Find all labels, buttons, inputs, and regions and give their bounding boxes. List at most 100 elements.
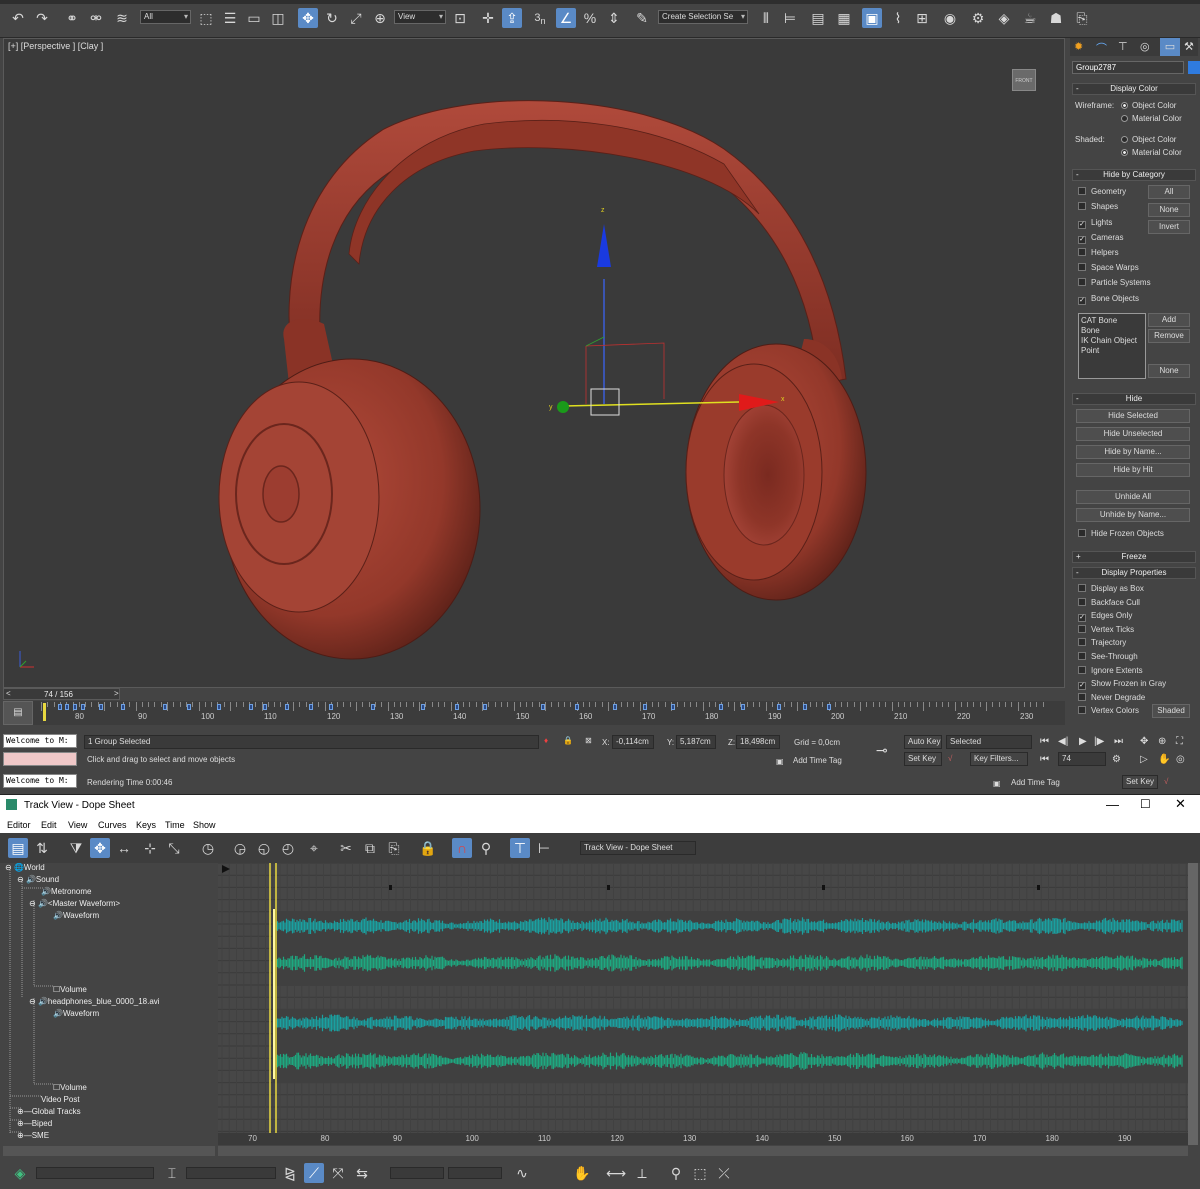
expand-icon[interactable]: ⊕ [17, 1131, 24, 1140]
gizmo-z-arrow[interactable] [597, 224, 611, 267]
key-marker[interactable] [541, 704, 545, 710]
select-object-icon[interactable]: ⬚ [196, 8, 216, 28]
toggle-ribbon-icon[interactable]: ▦ [834, 8, 854, 28]
absolute-mode-icon[interactable]: ⊠ [585, 736, 592, 745]
play-icon[interactable]: ▶ [1079, 736, 1087, 747]
category-cameras-checkbox[interactable]: ✓ Cameras [1078, 233, 1123, 244]
edit-named-selection-icon[interactable]: ✎ [632, 8, 652, 28]
key-marker[interactable] [329, 704, 333, 710]
tree-global-tracks-row[interactable]: ⊕—Global Tracks [17, 1107, 81, 1116]
edges-only-checkbox[interactable]: ✓ Edges Only [1078, 611, 1132, 623]
menu-editor[interactable]: Editor [7, 820, 31, 830]
see-through-checkbox[interactable]: See-Through [1078, 652, 1138, 661]
category-listbox[interactable]: CAT Bone Bone IK Chain Object Point [1078, 313, 1146, 379]
display-as-box-checkbox[interactable]: Display as Box [1078, 584, 1144, 593]
go-to-start-icon[interactable]: ⏮ [1040, 736, 1049, 747]
headphones-model[interactable]: x y z [4, 39, 1065, 688]
time-cursor[interactable] [43, 703, 46, 721]
y-coordinate-input[interactable]: 5,187cm [676, 735, 716, 749]
key-marker[interactable] [249, 704, 253, 710]
tree-sound-row[interactable]: ⊖ 🔊Sound [17, 875, 59, 884]
render-iterative-icon[interactable]: ☗ [1046, 8, 1066, 28]
vertex-colors-checkbox[interactable]: Vertex Colors [1078, 706, 1139, 715]
ignore-extents-checkbox[interactable]: Ignore Extents [1078, 665, 1143, 675]
tracks-icon[interactable]: ⇅ [32, 838, 52, 858]
wireframe-object-color[interactable]: Object Color [1121, 101, 1176, 110]
utilities-tab-icon[interactable]: ⚒ [1184, 40, 1194, 53]
dope-sheet-area[interactable] [218, 863, 1188, 1133]
key-marker[interactable] [285, 704, 289, 710]
default-tangent-icon-2[interactable]: √ [1164, 777, 1168, 786]
maximize-icon[interactable]: ☐ [1140, 797, 1151, 811]
hide-frozen-objects-checkbox[interactable]: Hide Frozen Objects [1078, 529, 1164, 538]
wireframe-material-color[interactable]: Material Color [1121, 114, 1182, 123]
zoom-extents-icon[interactable]: ⛶ [1176, 736, 1183, 747]
curve-editor-icon[interactable]: ⌇ [888, 8, 908, 28]
collapse-icon[interactable]: ⊖ [17, 875, 24, 884]
hide-selected-button[interactable]: Hide Selected [1076, 409, 1190, 423]
category-remove-button[interactable]: Remove [1148, 329, 1190, 343]
field-of-view-icon[interactable]: ▷ [1140, 754, 1148, 765]
render-setup-icon[interactable]: ⚙ [968, 8, 988, 28]
zoom-icon[interactable]: ✥ [1140, 736, 1148, 747]
create-tab-icon[interactable]: ✹ [1074, 40, 1083, 53]
reference-coord-dropdown[interactable]: View [394, 10, 446, 24]
hide-by-category-rollout[interactable]: - Hide by Category [1072, 169, 1196, 181]
key-marker[interactable] [421, 704, 425, 710]
copy-icon[interactable]: ⧉ [360, 838, 380, 858]
lock-selection-icon[interactable]: 🔒 [563, 736, 573, 745]
zoom-selected-object-icon[interactable]: ◈ [10, 1163, 30, 1183]
key-mode-toggle-icon[interactable]: ⏮ [1040, 754, 1049, 765]
scale-keys-icon[interactable]: ⤡ [164, 838, 184, 858]
key-marker[interactable] [483, 704, 487, 710]
key-marker[interactable] [263, 704, 267, 710]
unlink-icon[interactable]: ⚮ [86, 8, 106, 28]
key-marker[interactable] [643, 704, 647, 710]
key-marker[interactable] [81, 704, 85, 710]
category-none2-button[interactable]: None [1148, 364, 1190, 378]
current-frame-input[interactable]: 74 [1058, 752, 1106, 766]
key-filters-button[interactable]: Key Filters... [970, 752, 1028, 766]
show-selected-tangents-icon[interactable]: ⤧ [328, 1163, 348, 1183]
display-properties-rollout[interactable]: - Display Properties [1072, 567, 1196, 579]
category-lights-checkbox[interactable]: ✓ Lights [1078, 218, 1112, 229]
select-move-icon[interactable]: ✥ [298, 8, 318, 28]
freeze-rollout[interactable]: + Freeze [1072, 551, 1196, 563]
time-next-icon[interactable]: > [114, 689, 119, 698]
schematic-view-icon[interactable]: ⊞ [912, 8, 932, 28]
tree-volume-row-2[interactable]: ☐Volume [53, 1083, 87, 1092]
show-selected-key-stats-icon[interactable]: ⧎ [280, 1163, 300, 1183]
key-marker[interactable] [455, 704, 459, 710]
key-marker[interactable] [65, 704, 69, 710]
set-key-mode-icon[interactable]: ⊸ [876, 742, 888, 759]
shaded-material-color[interactable]: Material Color [1121, 148, 1182, 157]
maxscript-mini-listener[interactable] [3, 752, 77, 766]
unhide-by-name-button[interactable]: Unhide by Name... [1076, 508, 1190, 522]
render-cloud-icon[interactable]: ⎘ [1072, 8, 1092, 28]
key-marker[interactable] [58, 704, 62, 710]
tree-waveform-row[interactable]: 🔊Waveform [53, 911, 99, 920]
mirror-icon[interactable]: ⫴ [756, 8, 776, 28]
window-crossing-icon[interactable]: ◫ [268, 8, 288, 28]
isolate-icon[interactable]: ♦ [544, 736, 548, 745]
add-time-tag[interactable]: Add Time Tag [790, 755, 870, 769]
gizmo-y-handle[interactable] [557, 401, 569, 413]
modify-child-keys-icon[interactable]: ⊢ [534, 838, 554, 858]
scene-explorer-icon[interactable]: ▣ [862, 8, 882, 28]
bind-space-warp-icon[interactable]: ≋ [112, 8, 132, 28]
tree-world-row[interactable]: ⊖ 🌐World [5, 863, 45, 872]
percent-snap-icon[interactable]: % [580, 8, 600, 28]
set-key-button[interactable]: Set Key [904, 752, 942, 766]
category-space-warps-checkbox[interactable]: Space Warps [1078, 263, 1139, 272]
maxscript-listener-1[interactable]: Welcome to M: [3, 734, 77, 748]
key-marker[interactable] [163, 704, 167, 710]
category-list-item[interactable]: Bone [1081, 326, 1137, 336]
vertex-ticks-checkbox[interactable]: Vertex Ticks [1078, 624, 1134, 634]
default-tangent-icon[interactable]: √ [948, 754, 952, 763]
zoom-value-extents-icon[interactable]: ⟂ [632, 1163, 652, 1183]
tree-master-waveform-row[interactable]: ⊖ 🔊<Master Waveform> [29, 899, 120, 908]
minimize-icon[interactable]: — [1106, 797, 1119, 812]
key-tracks-icon[interactable]: ⇆ [352, 1163, 372, 1183]
key-marker[interactable] [803, 704, 807, 710]
next-frame-icon[interactable]: |▶ [1094, 736, 1104, 747]
